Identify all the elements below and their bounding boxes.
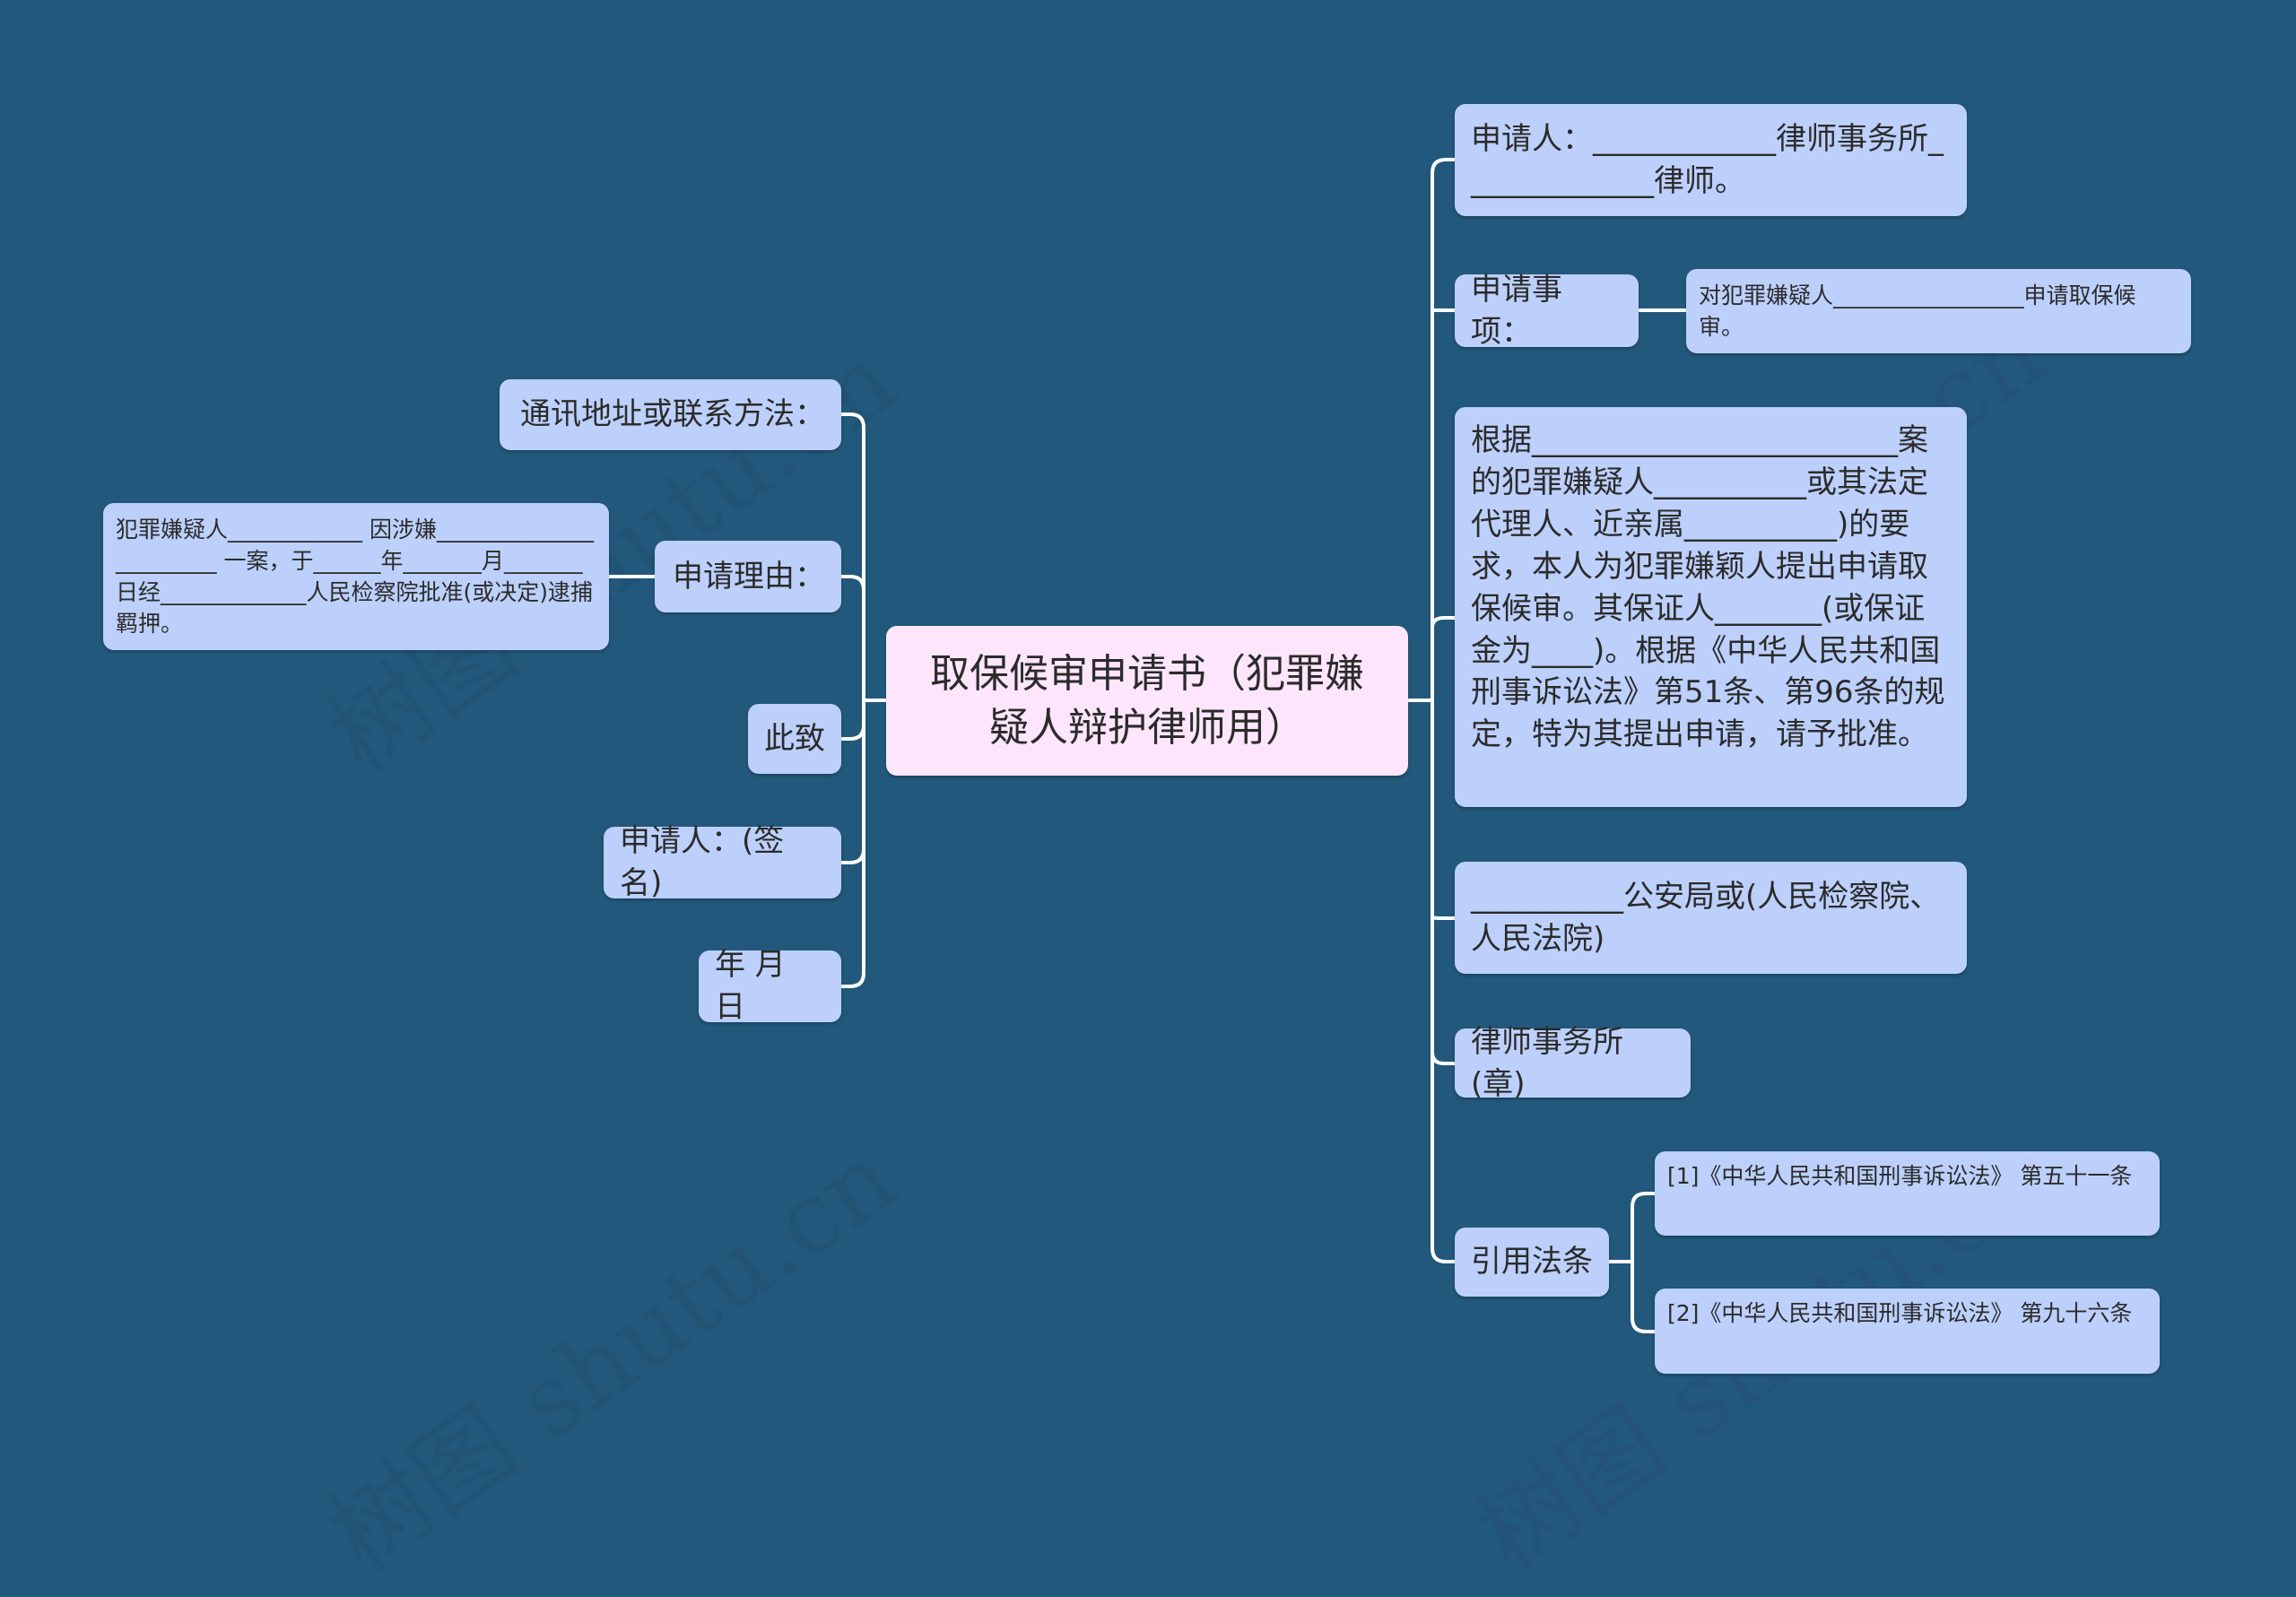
node-application-reason-detail[interactable]: 犯罪嫌疑人____________ 因涉嫌___________________… xyxy=(103,503,609,650)
node-label: 申请人：____________律师事务所_____________律师。 xyxy=(1471,120,1944,199)
connector-left-trunk xyxy=(841,412,865,988)
node-label: 申请理由： xyxy=(673,558,825,595)
root-node[interactable]: 取保候审申请书（犯罪嫌疑人辩护律师用） xyxy=(886,626,1408,776)
node-date[interactable]: 年 月 日 xyxy=(699,947,841,1025)
node-applicant-signature[interactable]: 申请人：(签名) xyxy=(604,823,841,901)
node-label: 对犯罪嫌疑人_________________申请取保候审。 xyxy=(1699,282,2136,340)
connector-r4 xyxy=(1431,916,1455,920)
node-label: 申请人：(签名) xyxy=(620,823,785,901)
connector-r3 xyxy=(1431,616,1455,629)
node-cited-law-1[interactable]: [1]《中华人民共和国刑事诉讼法》 第五十一条 xyxy=(1655,1151,2160,1236)
node-label: 年 月 日 xyxy=(715,947,786,1025)
node-salutation[interactable]: 此致 xyxy=(748,704,841,774)
node-application-matter-detail[interactable]: 对犯罪嫌疑人_________________申请取保候审。 xyxy=(1686,269,2191,353)
connector-l2 xyxy=(841,575,865,591)
connector-l4 xyxy=(841,848,865,864)
root-title: 取保候审申请书（犯罪嫌疑人辩护律师用） xyxy=(930,651,1364,751)
node-application-reason[interactable]: 申请理由： xyxy=(655,541,841,612)
node-label: 引用法条 xyxy=(1471,1244,1593,1280)
node-label: [1]《中华人民共和国刑事诉讼法》 第五十一条 xyxy=(1667,1163,2133,1189)
node-label: __________公安局或(人民检察院、人民法院) xyxy=(1471,878,1941,957)
connector-l3 xyxy=(841,725,865,741)
node-applicant-lawyer[interactable]: 申请人：____________律师事务所_____________律师。 xyxy=(1455,104,1967,216)
node-label: 根据________________________案的犯罪嫌疑人_______… xyxy=(1471,422,1945,753)
connector-r5 xyxy=(1431,1051,1455,1065)
node-addressee[interactable]: __________公安局或(人民检察院、人民法院) xyxy=(1455,862,1967,974)
node-label: 通讯地址或联系方法： xyxy=(520,396,825,433)
node-cited-laws[interactable]: 引用法条 xyxy=(1455,1228,1609,1297)
connector-r6-children xyxy=(1609,1192,1655,1333)
node-label: [2]《中华人民共和国刑事诉讼法》 第九十六条 xyxy=(1667,1300,2133,1326)
connector-right-trunk xyxy=(1431,158,1455,1263)
node-application-basis[interactable]: 根据________________________案的犯罪嫌疑人_______… xyxy=(1455,407,1967,807)
node-label: 律师事务所(章) xyxy=(1471,1023,1623,1102)
node-cited-law-2[interactable]: [2]《中华人民共和国刑事诉讼法》 第九十六条 xyxy=(1655,1289,2160,1374)
node-label: 犯罪嫌疑人____________ 因涉嫌___________________… xyxy=(116,516,594,637)
node-label: 申请事项： xyxy=(1471,271,1562,350)
node-label: 此致 xyxy=(764,720,825,757)
node-application-matter[interactable]: 申请事项： xyxy=(1455,272,1639,350)
node-law-firm-seal[interactable]: 律师事务所(章) xyxy=(1455,1024,1691,1102)
node-contact-info[interactable]: 通讯地址或联系方法： xyxy=(500,379,841,450)
